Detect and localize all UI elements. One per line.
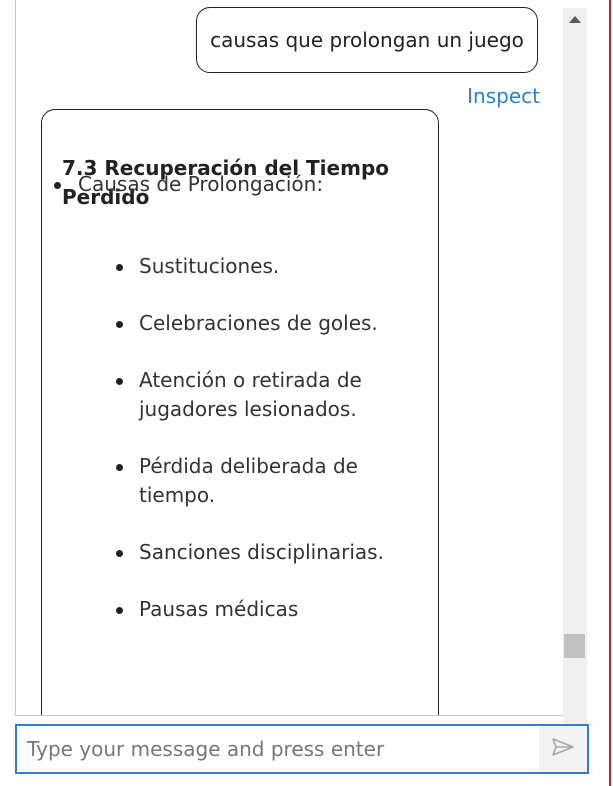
list-item: Atención o retirada de jugadores lesiona… [116, 366, 384, 424]
send-icon [551, 737, 575, 761]
user-message-bubble: causas que prolongan un juego [196, 7, 538, 73]
message-input[interactable] [27, 726, 527, 772]
inspect-link[interactable]: Inspect [467, 84, 540, 108]
chat-messages-area: causas que prolongan un juego Inspect 7.… [15, 0, 563, 716]
list-item: Pausas médicas [116, 595, 384, 624]
scroll-up-arrow-icon[interactable] [563, 8, 587, 30]
list-item: Sanciones disciplinarias. [116, 538, 384, 567]
list-item: Celebraciones de goles. [116, 309, 384, 338]
outer-bullet-list: Causas de Prolongación: [53, 170, 323, 199]
panel-right-border [609, 0, 611, 786]
list-item: Pérdida deliberada de tiempo. [116, 452, 384, 510]
message-input-container [15, 724, 589, 774]
user-message-text: causas que prolongan un juego [210, 28, 524, 52]
send-button[interactable] [539, 726, 587, 772]
scroll-thumb[interactable] [564, 634, 585, 658]
vertical-scrollbar[interactable] [563, 8, 587, 741]
list-item: Sustituciones. [116, 252, 384, 281]
chat-window: causas que prolongan un juego Inspect 7.… [0, 0, 613, 786]
inner-bullet-list: Sustituciones. Celebraciones de goles. A… [116, 252, 384, 652]
list-item: Causas de Prolongación: [53, 170, 323, 199]
